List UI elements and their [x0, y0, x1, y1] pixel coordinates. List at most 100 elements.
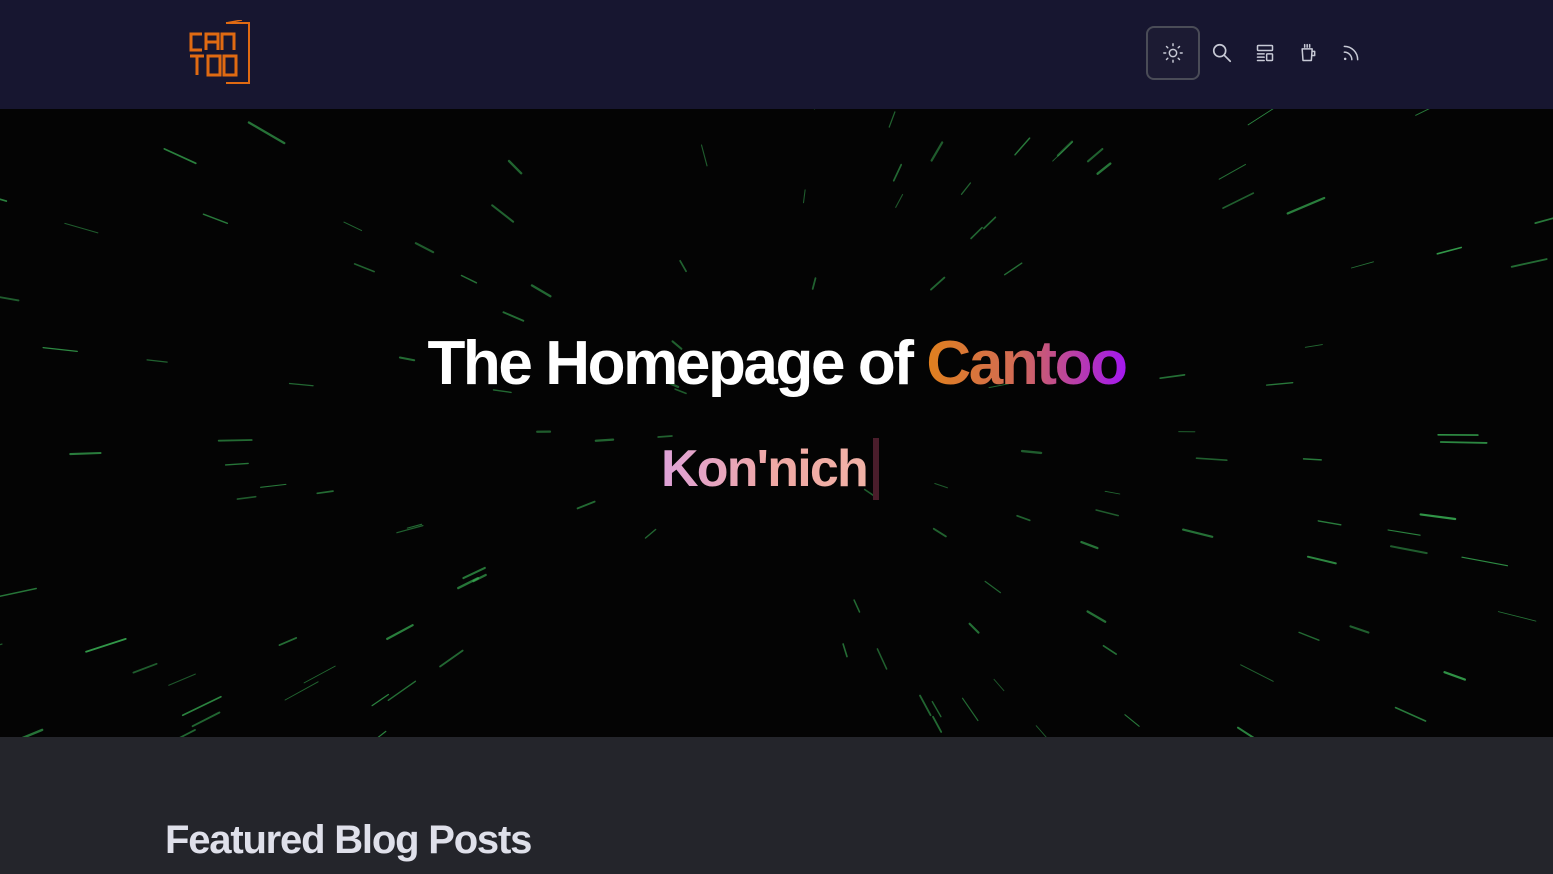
- star-streak: [457, 577, 480, 590]
- star-streak: [396, 524, 424, 534]
- star-streak: [0, 643, 3, 646]
- star-streak: [1182, 528, 1214, 538]
- star-streak: [0, 296, 20, 302]
- star-streak: [982, 216, 997, 230]
- star-streak: [260, 483, 287, 488]
- star-streak: [132, 662, 158, 674]
- star-streak: [1222, 192, 1255, 209]
- star-streak: [888, 111, 896, 128]
- star-streak: [507, 159, 523, 175]
- star-streak: [1035, 725, 1047, 737]
- star-streak: [853, 599, 861, 613]
- star-streak: [594, 438, 615, 442]
- star-streak: [284, 681, 319, 701]
- star-streak: [993, 678, 1005, 692]
- star-streak: [247, 121, 286, 145]
- star-streak: [1236, 726, 1255, 737]
- star-streak: [21, 728, 44, 737]
- star-streak: [1394, 706, 1427, 722]
- star-streak: [69, 451, 102, 456]
- hero-title-prefix: The Homepage of: [427, 329, 927, 398]
- star-streak: [414, 242, 435, 254]
- star-streak: [679, 259, 687, 273]
- star-streak: [224, 462, 249, 466]
- star-streak: [919, 694, 932, 717]
- star-streak: [1195, 457, 1228, 462]
- star-streak: [1095, 509, 1120, 517]
- star-streak: [439, 649, 464, 668]
- star-streak: [386, 624, 414, 641]
- sun-icon: [1163, 43, 1183, 63]
- hero-title-brand: Cantoo: [926, 329, 1128, 398]
- star-streak: [371, 693, 390, 707]
- theme-toggle-button[interactable]: [1146, 26, 1200, 80]
- typed-text: Kon'nich: [661, 440, 869, 498]
- star-streak: [0, 587, 37, 598]
- star-streak: [353, 263, 375, 273]
- star-streak: [842, 643, 848, 658]
- star-streak: [895, 193, 904, 208]
- star-streak: [1124, 714, 1140, 727]
- star-streak: [1016, 514, 1031, 522]
- rss-button[interactable]: [1329, 26, 1372, 80]
- star-streak: [1298, 631, 1320, 641]
- star-streak: [85, 637, 127, 653]
- star-streak: [1415, 109, 1430, 116]
- star-streak: [892, 163, 903, 182]
- star-streak: [530, 284, 552, 298]
- star-streak: [202, 213, 229, 224]
- featured-posts-heading: Featured Blog Posts: [165, 818, 532, 862]
- coffee-button[interactable]: [1286, 26, 1329, 80]
- search-button[interactable]: [1200, 26, 1243, 80]
- star-streak: [278, 636, 298, 647]
- star-streak: [576, 500, 596, 510]
- star-streak: [163, 148, 197, 165]
- star-streak: [236, 495, 257, 500]
- star-streak: [1419, 513, 1457, 521]
- star-streak: [960, 182, 972, 195]
- star-streak: [1387, 529, 1421, 536]
- star-streak: [1534, 217, 1553, 224]
- star-streak: [1218, 163, 1247, 180]
- star-streak: [644, 528, 657, 539]
- cantoo-logo-icon: [189, 19, 250, 84]
- star-streak: [181, 695, 222, 717]
- star-streak: [934, 482, 948, 489]
- star-streak: [1443, 671, 1467, 681]
- star-streak: [932, 527, 947, 538]
- site-logo[interactable]: [186, 19, 252, 86]
- hero-title: The Homepage of Cantoo: [0, 333, 1553, 395]
- top-navbar: [0, 0, 1553, 109]
- star-streak: [802, 189, 806, 204]
- star-streak: [1102, 644, 1117, 655]
- star-streak: [1096, 162, 1112, 175]
- star-streak: [1350, 261, 1374, 269]
- star-streak: [961, 697, 979, 722]
- star-streak: [1014, 137, 1031, 156]
- star-streak: [1003, 262, 1023, 276]
- star-streak: [168, 673, 196, 686]
- navbar-icon-group: [1146, 26, 1372, 80]
- star-streak: [64, 222, 99, 234]
- starfield-background: [0, 109, 1553, 737]
- star-streak: [491, 204, 515, 223]
- star-streak: [1086, 610, 1107, 623]
- hero-banner: The Homepage of Cantoo Kon'nich: [0, 109, 1553, 737]
- rss-feed-icon: [1343, 45, 1358, 61]
- star-streak: [930, 141, 944, 162]
- star-streak: [1302, 458, 1322, 461]
- star-streak: [303, 665, 336, 684]
- star-streak: [191, 711, 221, 728]
- star-streak: [1439, 441, 1488, 444]
- star-streak: [1080, 540, 1099, 550]
- star-streak: [1306, 555, 1337, 565]
- star-streak: [217, 439, 253, 442]
- search-icon: [1212, 43, 1231, 63]
- star-streak: [930, 276, 946, 291]
- star-streak: [1510, 258, 1548, 268]
- star-streak: [0, 198, 8, 202]
- star-streak: [179, 729, 196, 737]
- star-streak: [984, 580, 1001, 594]
- layout-button[interactable]: [1243, 26, 1286, 80]
- star-streak: [1461, 556, 1509, 567]
